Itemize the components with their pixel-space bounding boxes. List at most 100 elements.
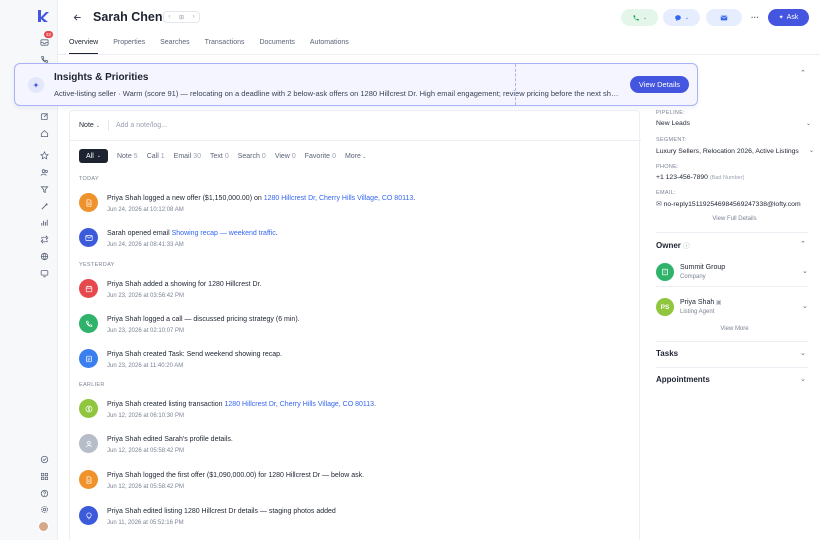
timeline-event: Priya Shah logged the first offer ($1,09…: [79, 470, 629, 496]
magic-wand-icon[interactable]: [38, 200, 50, 212]
call-button[interactable]: ⌄: [621, 9, 658, 26]
owner-avatar: PS: [656, 298, 674, 316]
tab-overview[interactable]: Overview: [69, 36, 99, 54]
filter-label: Call: [146, 152, 159, 160]
event-timestamp: Jun 11, 2026 at 05:52:16 PM: [107, 520, 184, 526]
contact-tabs: Overview Properties Searches Transactions Do…: [69, 36, 349, 54]
segment-value[interactable]: Luxury Sellers, Relocation 2026, Active …: [656, 148, 799, 155]
event-timestamp: Jun 23, 2026 at 11:40:20 AM: [107, 363, 184, 369]
dollar-icon: [79, 399, 98, 418]
filter-count: 1: [160, 152, 165, 160]
chevron-right-icon[interactable]: ›: [193, 14, 195, 20]
sync-icon[interactable]: [38, 233, 50, 245]
filter-search[interactable]: Search 0: [238, 153, 266, 160]
tab-searches[interactable]: Searches: [160, 36, 190, 54]
timeline-event: Priya Shah edited listing 1280 Hillcrest…: [79, 506, 629, 532]
tasks-section-title[interactable]: Tasks: [656, 349, 678, 358]
email-label: EMAIL:: [656, 190, 676, 196]
phone-number[interactable]: +1 123-456-7890: [656, 174, 708, 181]
home-icon[interactable]: [38, 127, 50, 139]
timeline-event: Priya Shah created listing transaction 1…: [79, 399, 629, 425]
chevron-up-icon[interactable]: ⌃: [800, 69, 806, 77]
filter-label: Favorite: [304, 152, 331, 160]
timeline-event: Priya Shah edited Sarah's profile detail…: [79, 434, 629, 460]
chevron-down-icon[interactable]: ⌄: [802, 302, 808, 310]
more-options-icon[interactable]: ···: [748, 9, 762, 26]
building-icon: [656, 263, 674, 281]
activity-feed: Note ⌄ Add a note/log... All ⌄ Note 5 Call 1 E…: [69, 110, 641, 540]
group-label-yesterday: YESTERDAY: [79, 262, 115, 268]
filter-note[interactable]: Note 5: [117, 153, 138, 160]
star-icon[interactable]: [38, 149, 50, 161]
filter-icon[interactable]: [38, 183, 50, 195]
monitor-icon[interactable]: [38, 267, 50, 279]
chevron-down-icon[interactable]: ⌄: [806, 120, 811, 127]
chevron-down-icon: ⌄: [360, 153, 367, 160]
chevron-down-icon[interactable]: ⌄: [802, 267, 808, 275]
tab-transactions[interactable]: Transactions: [205, 36, 245, 54]
view-more-owners-link[interactable]: View More: [649, 326, 820, 332]
email-value[interactable]: ✉ no-reply1511925469845692473​38@lofty.c…: [656, 200, 801, 208]
chevron-down-icon[interactable]: ⌄: [800, 375, 806, 383]
event-timestamp: Jun 23, 2026 at 02:10:07 PM: [107, 328, 185, 334]
event-timestamp: Jun 12, 2026 at 05:58:42 PM: [107, 484, 185, 490]
tab-automations[interactable]: Automations: [310, 36, 349, 54]
filter-email[interactable]: Email 30: [174, 153, 201, 160]
tab-documents[interactable]: Documents: [259, 36, 294, 54]
email-address[interactable]: no-reply1511925469845692473​38@lofty.com: [664, 201, 801, 208]
owner-name[interactable]: Priya Shah ▣: [680, 299, 722, 306]
email-button[interactable]: [706, 9, 742, 26]
appointments-section-title[interactable]: Appointments: [656, 375, 710, 384]
reports-icon[interactable]: [38, 216, 50, 228]
event-link[interactable]: 1280 Hillcrest Dr, Cherry Hills Village,…: [225, 401, 375, 408]
filter-label: View: [274, 152, 290, 160]
pipeline-label: PIPELINE:: [656, 110, 685, 116]
pipeline-value[interactable]: New Leads: [656, 120, 690, 127]
filter-text[interactable]: Text 0: [210, 153, 229, 160]
owner-section-title[interactable]: Owner ⓘ: [656, 240, 690, 250]
event-description: Priya Shah logged the first offer ($1,09…: [107, 472, 365, 479]
filter-more[interactable]: More ⌄: [345, 153, 367, 160]
back-button[interactable]: [71, 11, 84, 24]
filter-all[interactable]: All ⌄: [79, 149, 108, 163]
filter-call[interactable]: Call 1: [147, 153, 165, 160]
phone-label: PHONE:: [656, 164, 679, 170]
check-circle-icon[interactable]: [38, 453, 50, 465]
globe-icon[interactable]: [38, 250, 50, 262]
timeline-event: Priya Shah logged a new offer ($1,150,00…: [79, 193, 629, 219]
note-input[interactable]: Add a note/log...: [116, 122, 167, 129]
event-link[interactable]: 1280 Hillcrest Dr, Cherry Hills Village,…: [264, 195, 414, 202]
apps-icon[interactable]: [38, 470, 50, 482]
user-avatar[interactable]: [38, 521, 49, 532]
help-icon[interactable]: [38, 487, 50, 499]
chevron-left-icon[interactable]: ‹: [168, 14, 170, 20]
filter-favorite[interactable]: Favorite 0: [305, 153, 336, 160]
tab-properties[interactable]: Properties: [113, 36, 145, 54]
event-text: Priya Shah created Task: Send weekend sh…: [107, 351, 282, 358]
event-text: Priya Shah added a showing for 1280 Hill…: [107, 281, 261, 288]
owner-name[interactable]: Summit Group: [680, 264, 725, 271]
chevron-down-icon[interactable]: ⌄: [800, 349, 806, 357]
chevron-down-icon[interactable]: ⌄: [809, 147, 814, 154]
note-type-select[interactable]: Note ⌄: [79, 122, 100, 129]
group-label-earlier: EARLIER: [79, 382, 105, 388]
chevron-up-icon[interactable]: ⌃: [800, 240, 806, 248]
filter-count: 0: [224, 152, 229, 160]
filter-view[interactable]: View 0: [275, 153, 296, 160]
event-link[interactable]: Showing recap — weekend traffic: [172, 230, 276, 237]
view-details-button[interactable]: View Details: [630, 76, 689, 93]
settings-gear-icon[interactable]: [38, 503, 50, 515]
grid-icon[interactable]: ⊞: [179, 14, 184, 21]
edit-icon[interactable]: [38, 110, 50, 122]
view-full-details-link[interactable]: View Full Details: [649, 216, 820, 222]
group-label-today: TODAY: [79, 176, 99, 182]
event-text: Sarah opened email Showing recap — weeke…: [107, 230, 278, 237]
lofty-logo-icon[interactable]: [36, 9, 50, 23]
users-icon[interactable]: [38, 166, 50, 178]
header: Sarah Chen ‹ ⊞ › ⌄ ⌄ ··· ✦ Ask: [58, 0, 820, 36]
ask-button[interactable]: ✦ Ask: [768, 9, 809, 26]
message-button[interactable]: ⌄: [663, 9, 700, 26]
chevron-down-icon: ⌄: [95, 123, 100, 129]
event-timestamp: Jun 23, 2026 at 03:56:42 PM: [107, 293, 185, 299]
phone-value[interactable]: +1 123-456-7890 (Bad Number): [656, 174, 744, 181]
